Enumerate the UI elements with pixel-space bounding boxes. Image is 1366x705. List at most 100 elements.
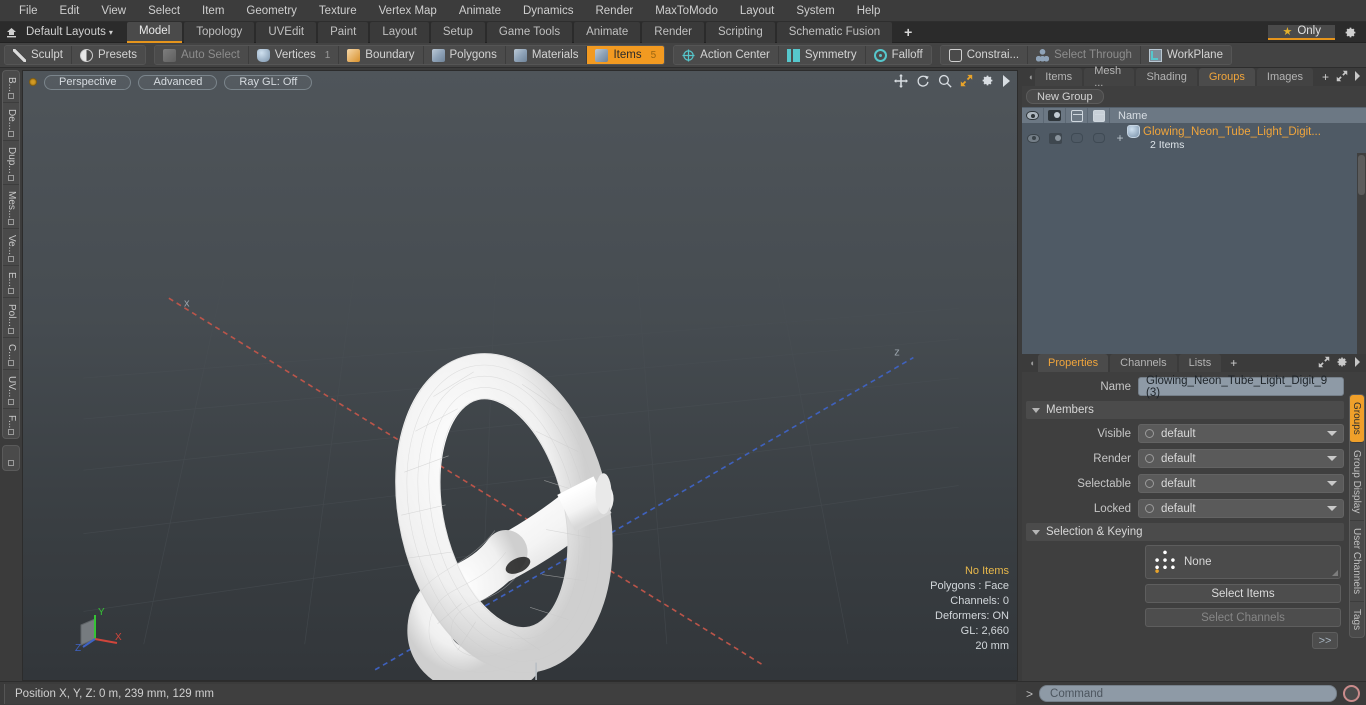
menu-item-render[interactable]: Render [584,0,644,22]
record-icon[interactable] [1343,685,1360,702]
row-locked-toggle[interactable] [1088,123,1110,153]
add-layout-tab-button[interactable]: + [894,22,922,43]
radio-icon[interactable] [1145,504,1154,513]
left-rail-tab-deform[interactable]: De... [3,103,19,142]
default-layouts-selector[interactable]: Default Layouts ▾ [22,26,121,38]
layout-tab-uvedit[interactable]: UVEdit [256,21,317,43]
tab-lists[interactable]: Lists [1178,354,1222,372]
gear-icon[interactable] [1335,25,1366,40]
falloff-button[interactable]: Falloff [865,46,931,64]
right-rail-tab-user-channels[interactable]: User Channels [1350,521,1364,603]
menu-item-layout[interactable]: Layout [729,0,786,22]
only-toggle-button[interactable]: ★ Only [1268,24,1335,40]
menu-item-vertex-map[interactable]: Vertex Map [368,0,448,22]
render-dropdown[interactable]: default [1138,449,1344,468]
row-render-toggle[interactable] [1044,123,1066,153]
menu-item-item[interactable]: Item [191,0,235,22]
row-selectable-toggle[interactable] [1066,123,1088,153]
presets-button[interactable]: Presets [71,46,145,64]
left-rail-tab-duplicate[interactable]: Dup... [3,141,19,185]
visible-dropdown[interactable]: default [1138,424,1344,443]
layout-tab-scripting[interactable]: Scripting [705,21,775,43]
table-row[interactable]: + Glowing_Neon_Tube_Light_Digit... 2 Ite… [1022,123,1366,153]
select-channels-button[interactable]: Select Channels [1145,608,1341,627]
rotate-icon[interactable] [916,74,930,91]
tab-mesh[interactable]: Mesh ... [1084,65,1135,89]
tab-properties[interactable]: Properties [1038,354,1109,372]
left-rail-tab-basic[interactable]: B... [3,71,19,104]
constraint-button[interactable]: Constrai... [940,46,1029,64]
column-locked-header[interactable] [1088,108,1110,123]
expand-panel-icon[interactable] [1318,356,1330,371]
maximize-icon[interactable] [960,74,973,90]
expand-row-icon[interactable]: + [1114,131,1126,145]
radio-icon[interactable] [1145,429,1154,438]
tab-images[interactable]: Images [1256,68,1313,86]
viewport-projection-selector[interactable]: Perspective [44,74,132,90]
resize-corner-icon[interactable] [1332,570,1338,576]
layout-tab-render[interactable]: Render [642,21,704,43]
symmetry-button[interactable]: Symmetry [778,46,866,64]
left-rail-tab-vertex[interactable]: Ve... [3,229,19,267]
gear-icon[interactable] [1336,356,1348,371]
home-icon[interactable] [0,27,22,38]
layout-tab-paint[interactable]: Paint [318,21,369,43]
command-input[interactable]: Command [1039,685,1337,702]
column-name-header[interactable]: Name [1110,108,1366,123]
row-name-cell[interactable]: + Glowing_Neon_Tube_Light_Digit... 2 Ite… [1110,123,1366,153]
locked-dropdown[interactable]: default [1138,499,1344,518]
menu-item-system[interactable]: System [785,0,845,22]
workplane-button[interactable]: WorkPlane [1140,46,1231,64]
tab-channels[interactable]: Channels [1110,354,1177,372]
groups-list-empty-area[interactable] [1022,153,1366,354]
left-rail-tab-mesh[interactable]: Mes... [3,185,19,230]
row-visible-toggle[interactable] [1022,123,1044,153]
polygons-button[interactable]: Polygons [423,46,506,64]
expand-more-button[interactable]: >> [1312,632,1338,649]
menu-item-file[interactable]: File [8,0,49,22]
column-render-header[interactable] [1044,108,1066,123]
left-rail-extra-button[interactable] [2,445,20,472]
panel-more-icon[interactable] [1354,70,1361,84]
layout-tab-layout[interactable]: Layout [370,21,429,43]
layout-tab-schematic-fusion[interactable]: Schematic Fusion [776,21,893,43]
menu-item-maxtomodo[interactable]: MaxToModo [644,0,729,22]
layout-tab-topology[interactable]: Topology [184,21,255,43]
radio-icon[interactable] [1145,454,1154,463]
add-panel-tab-button[interactable]: + [1315,68,1336,86]
menu-item-edit[interactable]: Edit [49,0,91,22]
panel-menu-icon[interactable]: ◖ [1026,68,1035,86]
radio-icon[interactable] [1145,479,1154,488]
left-rail-tab-fusion[interactable]: F... [3,409,19,438]
menu-item-animate[interactable]: Animate [448,0,512,22]
members-section-header[interactable]: Members [1026,401,1344,419]
column-selectable-header[interactable] [1066,108,1088,123]
right-rail-tab-tags[interactable]: Tags [1350,602,1364,637]
viewport-raygl-selector[interactable]: Ray GL: Off [224,74,313,90]
expand-panel-icon[interactable] [1336,70,1348,85]
menu-item-texture[interactable]: Texture [308,0,368,22]
tab-items[interactable]: Items [1035,68,1083,86]
sculpt-button[interactable]: Sculpt [5,46,72,64]
name-input[interactable]: Glowing_Neon_Tube_Light_Digit_9 (3) [1138,375,1344,399]
play-icon[interactable] [1002,74,1011,90]
selection-keying-section-header[interactable]: Selection & Keying [1026,523,1344,541]
menu-item-help[interactable]: Help [846,0,892,22]
viewport-indicator-icon[interactable] [29,78,37,86]
scrollbar-thumb[interactable] [1358,155,1365,195]
column-visible-header[interactable] [1022,108,1044,123]
viewport-shading-selector[interactable]: Advanced [138,74,218,90]
left-rail-tab-uv[interactable]: UV... [3,370,19,409]
selection-set-widget[interactable]: None [1145,545,1341,579]
left-rail-tab-edge[interactable]: E... [3,266,19,299]
layout-tab-game-tools[interactable]: Game Tools [486,21,573,43]
action-center-button[interactable]: Action Center [674,46,779,64]
groups-list-scrollbar[interactable] [1357,153,1366,354]
items-button[interactable]: Items 5 [587,46,665,64]
menu-item-dynamics[interactable]: Dynamics [512,0,584,22]
left-rail-tab-polygon[interactable]: Pol... [3,298,19,338]
zoom-icon[interactable] [938,74,952,91]
move-icon[interactable] [894,73,908,91]
right-rail-tab-groups[interactable]: Groups [1350,395,1364,443]
panel-menu-icon[interactable]: ◖ [1026,354,1038,372]
